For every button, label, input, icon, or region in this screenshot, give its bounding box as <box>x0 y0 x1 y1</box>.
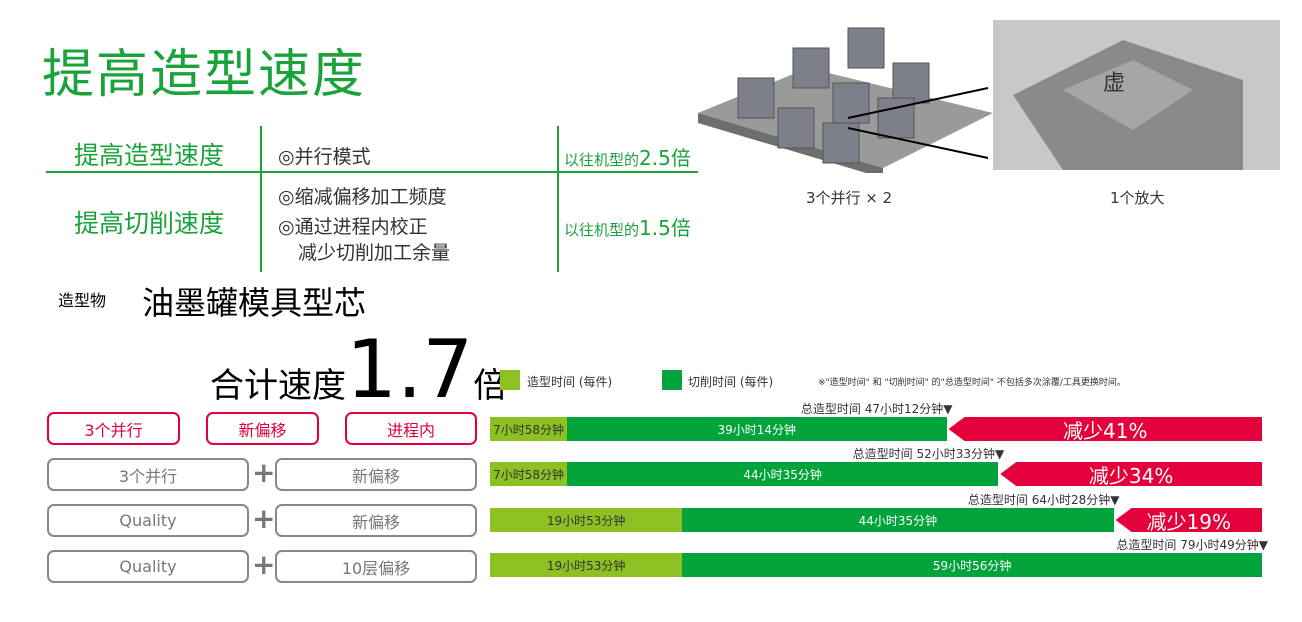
row-item: 减少切削加工余量 <box>298 242 451 264</box>
condition-tag: 新偏移 <box>206 412 319 445</box>
condition-tag: 3个并行 <box>47 458 249 491</box>
object-label: 造型物 <box>58 291 107 310</box>
image-caption: 1个放大 <box>1110 189 1165 207</box>
headline-value: 1.7 <box>346 323 474 416</box>
page-title: 提高造型速度 <box>42 45 367 105</box>
table-col-divider <box>557 126 559 272</box>
bar-build: 7小时58分钟 <box>490 417 568 441</box>
bar-build: 7小时58分钟 <box>490 462 568 486</box>
total-time: 总造型时间 47小时12分钟▼ <box>801 400 953 417</box>
bar-build: 19小时53分钟 <box>490 553 683 577</box>
total-label: 总造型时间 <box>852 447 917 461</box>
plus-icon: + <box>252 456 276 489</box>
total-label: 总造型时间 <box>1116 538 1181 552</box>
row-item: ◎缩减偏移加工频度 <box>278 186 447 208</box>
headline-prefix: 合计速度 <box>210 366 346 406</box>
magnified-part-image: 虚 <box>993 20 1280 170</box>
condition-tag: 新偏移 <box>275 504 477 537</box>
legend-swatch-cut <box>662 370 682 390</box>
plus-icon: + <box>252 502 276 535</box>
condition-tag: Quality <box>47 504 249 537</box>
bar-build: 19小时53分钟 <box>490 508 683 532</box>
total-time: 总造型时间 64小时28分钟▼ <box>968 491 1120 508</box>
legend-cut: 切削时间 (每件) <box>688 375 774 389</box>
total-label: 总造型时间 <box>967 493 1032 507</box>
total-value: 79小时49分钟▼ <box>1180 538 1268 552</box>
reduction-badge: 减少34% <box>1000 462 1262 486</box>
condition-tag: 新偏移 <box>275 458 477 491</box>
row-item: ◎通过进程内校正 <box>278 216 428 238</box>
total-value: 64小时28分钟▼ <box>1031 493 1120 507</box>
ratio: 以往机型的1.5倍 <box>564 212 691 241</box>
plus-icon: + <box>252 548 276 581</box>
row-label: 提高造型速度 <box>74 141 225 170</box>
bar-cut: 39小时14分钟 <box>567 417 947 441</box>
total-time: 总造型时间 52小时33分钟▼ <box>853 445 1005 462</box>
reduction-badge: 减少19% <box>1115 508 1262 532</box>
condition-tag: 10层偏移 <box>275 550 477 583</box>
image-caption: 3个并行 × 2 <box>806 189 893 207</box>
total-value: 47小时12分钟▼ <box>864 402 953 416</box>
bar-cut: 44小时35分钟 <box>682 508 1114 532</box>
total-value: 52小时33分钟▼ <box>916 447 1005 461</box>
row-label: 提高切削速度 <box>74 209 225 238</box>
condition-tag: Quality <box>47 550 249 583</box>
ratio-prefix: 以往机型的 <box>564 221 640 239</box>
legend-build: 造型时间 (每件) <box>527 375 613 389</box>
ratio: 以往机型的2.5倍 <box>564 142 691 171</box>
ratio-prefix: 以往机型的 <box>564 151 640 169</box>
condition-tag: 3个并行 <box>47 412 180 445</box>
ratio-value: 1.5倍 <box>639 216 691 240</box>
bar-cut: 59小时56分钟 <box>682 553 1262 577</box>
headline: 合计速度1.7倍 <box>210 330 507 410</box>
reduction-badge: 减少41% <box>948 417 1262 441</box>
legend-swatch-build <box>500 370 520 390</box>
object-name: 油墨罐模具型芯 <box>142 284 367 322</box>
table-col-divider <box>260 126 262 272</box>
row-item: ◎并行模式 <box>278 146 371 168</box>
total-time: 总造型时间 79小时49分钟▼ <box>1116 536 1268 553</box>
bar-cut: 44小时35分钟 <box>567 462 999 486</box>
legend-note: ※"造型时间" 和 "切削时间" 的"总造型时间" 不包括多次涂覆/工具更换时间… <box>818 378 1126 388</box>
total-label: 总造型时间 <box>800 402 865 416</box>
ratio-value: 2.5倍 <box>639 146 691 170</box>
condition-tag: 进程内 <box>345 412 477 445</box>
parallel-parts-image <box>698 27 993 173</box>
svg-text:虚: 虚 <box>1103 71 1125 96</box>
